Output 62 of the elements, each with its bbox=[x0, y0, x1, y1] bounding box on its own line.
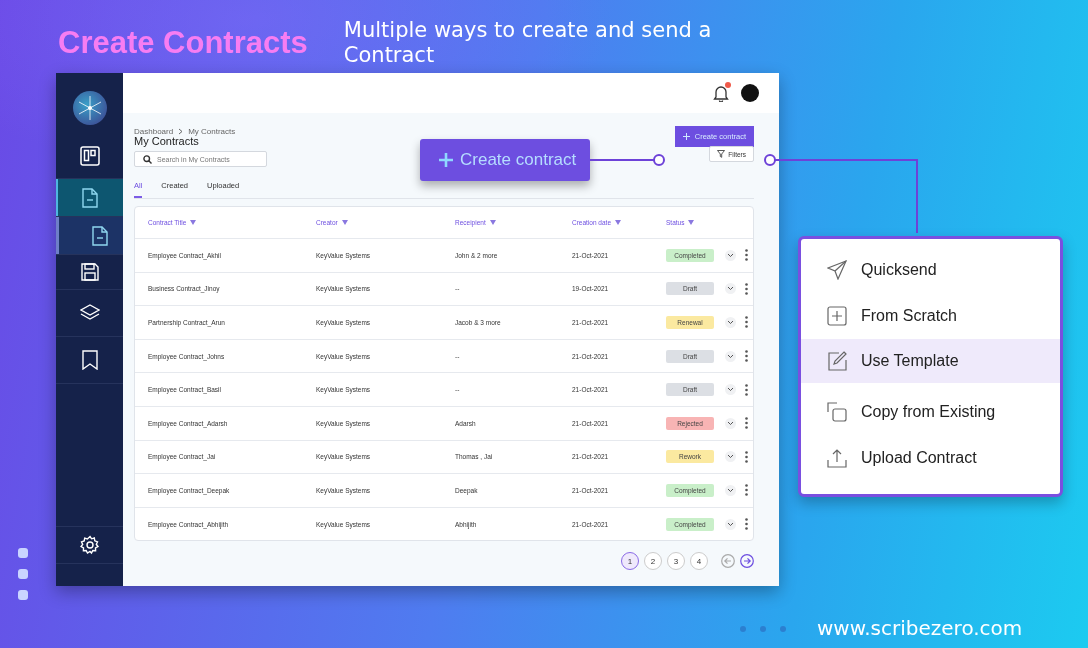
plus-icon bbox=[682, 133, 690, 140]
expand-icon[interactable] bbox=[725, 417, 736, 429]
expand-icon[interactable] bbox=[725, 350, 736, 362]
more-icon[interactable] bbox=[745, 383, 748, 396]
expand-icon[interactable] bbox=[725, 451, 736, 463]
page-button[interactable]: 3 bbox=[667, 552, 685, 571]
callout-label: Create contract bbox=[460, 150, 577, 170]
sidebar-item[interactable] bbox=[56, 179, 123, 217]
filter-icon bbox=[717, 150, 726, 158]
menu-item[interactable]: Use Template bbox=[801, 339, 1060, 383]
logo-icon bbox=[72, 91, 107, 125]
more-icon[interactable] bbox=[745, 518, 748, 531]
more-icon[interactable] bbox=[745, 350, 748, 363]
expand-icon[interactable] bbox=[725, 249, 736, 261]
page-title: My Contracts bbox=[134, 134, 199, 147]
sort-icon[interactable] bbox=[341, 220, 348, 225]
headline: Create Contracts bbox=[58, 25, 308, 61]
expand-icon[interactable] bbox=[725, 283, 736, 295]
menu-item[interactable]: Upload Contract bbox=[801, 435, 1060, 481]
more-icon[interactable] bbox=[745, 316, 748, 329]
copy-icon bbox=[827, 402, 847, 422]
board-icon bbox=[79, 146, 100, 166]
bookmark-icon bbox=[81, 350, 98, 370]
website-url: www.scribezero.com bbox=[817, 616, 1023, 640]
document-icon bbox=[81, 187, 98, 208]
document-icon bbox=[91, 225, 108, 246]
upload-icon bbox=[827, 448, 847, 468]
menu-item[interactable]: Copy from Existing bbox=[801, 389, 1060, 435]
menu-item[interactable]: Quicksend bbox=[801, 247, 1060, 293]
more-icon[interactable] bbox=[745, 282, 748, 295]
plus-icon bbox=[439, 153, 453, 167]
bell-icon[interactable] bbox=[713, 84, 729, 102]
dots-decoration bbox=[18, 548, 28, 600]
edit-icon bbox=[827, 351, 847, 371]
sort-icon[interactable] bbox=[615, 220, 622, 225]
expand-icon[interactable] bbox=[725, 484, 736, 496]
sort-icon[interactable] bbox=[688, 220, 695, 225]
expand-icon[interactable] bbox=[725, 317, 736, 328]
sort-icon[interactable] bbox=[489, 220, 496, 225]
more-icon[interactable] bbox=[745, 417, 748, 430]
subheadline: Multiple ways to create and send a Contract bbox=[343, 18, 713, 68]
page-button[interactable]: 2 bbox=[644, 552, 662, 571]
expand-icon[interactable] bbox=[725, 518, 736, 530]
more-icon[interactable] bbox=[745, 249, 748, 262]
breadcrumb-link[interactable]: My Contracts bbox=[188, 127, 236, 136]
page-button[interactable]: 4 bbox=[690, 552, 708, 571]
add-icon bbox=[827, 306, 847, 326]
layers-icon bbox=[79, 304, 100, 322]
more-icon[interactable] bbox=[745, 484, 748, 497]
chevron-icon bbox=[178, 128, 184, 135]
save-icon bbox=[80, 263, 99, 281]
more-icon[interactable] bbox=[745, 450, 748, 463]
menu-item[interactable]: From Scratch bbox=[801, 293, 1060, 339]
send-icon bbox=[827, 260, 847, 280]
next-page-icon[interactable] bbox=[740, 554, 754, 569]
page-button[interactable]: 1 bbox=[621, 552, 639, 571]
avatar-icon[interactable] bbox=[741, 84, 759, 102]
sort-icon[interactable] bbox=[190, 220, 197, 225]
dots-decoration bbox=[740, 626, 786, 632]
breadcrumb-link[interactable]: Dashboard bbox=[134, 127, 174, 136]
expand-icon[interactable] bbox=[725, 384, 736, 396]
settings-icon bbox=[79, 535, 100, 555]
